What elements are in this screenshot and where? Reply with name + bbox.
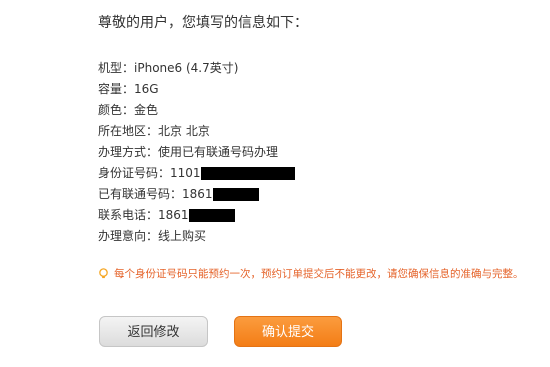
info-value: 1101 <box>170 166 201 180</box>
page-heading: 尊敬的用户，您填写的信息如下： <box>98 15 308 31</box>
order-confirmation-page: 尊敬的用户，您填写的信息如下： 机型 iPhone6 (4.7英寸) 容量 16… <box>0 0 550 367</box>
info-value: 使用已有联通号码办理 <box>158 145 279 159</box>
info-row-model: 机型 iPhone6 (4.7英寸) <box>98 58 295 79</box>
redaction-bar <box>188 209 235 222</box>
info-row-contact-phone: 联系电话 1861 <box>98 205 295 226</box>
info-label: 容量 <box>98 79 134 100</box>
redaction-bar <box>212 188 259 201</box>
info-label: 办理方式 <box>98 142 158 163</box>
info-label: 办理意向 <box>98 226 158 247</box>
info-value: 金色 <box>134 103 159 117</box>
notice-text: 每个身份证号码只能预约一次，预约订单提交后不能更改，请您确保信息的准确与完整。 <box>114 268 524 280</box>
info-label: 联系电话 <box>98 205 158 226</box>
info-list: 机型 iPhone6 (4.7英寸) 容量 16G 颜色 金色 所在地区 北京 … <box>98 58 295 247</box>
info-label: 机型 <box>98 58 134 79</box>
info-value: 16G <box>134 82 159 96</box>
info-label: 已有联通号码 <box>98 184 182 205</box>
info-row-id-number: 身份证号码 1101 <box>98 163 295 184</box>
info-value: 1861 <box>158 208 189 222</box>
back-edit-button[interactable]: 返回修改 <box>99 316 208 347</box>
info-label: 颜色 <box>98 100 134 121</box>
info-row-method: 办理方式 使用已有联通号码办理 <box>98 142 295 163</box>
info-value: 线上购买 <box>158 229 207 243</box>
info-value: 北京 北京 <box>158 124 210 138</box>
info-value: 1861 <box>182 187 213 201</box>
info-value: iPhone6 (4.7英寸) <box>134 61 239 75</box>
info-label: 所在地区 <box>98 121 158 142</box>
info-row-color: 颜色 金色 <box>98 100 295 121</box>
info-label: 身份证号码 <box>98 163 170 184</box>
lightbulb-icon <box>99 268 108 279</box>
info-row-region: 所在地区 北京 北京 <box>98 121 295 142</box>
info-row-existing-number: 已有联通号码 1861 <box>98 184 295 205</box>
notice-message: 每个身份证号码只能预约一次，预约订单提交后不能更改，请您确保信息的准确与完整。 <box>98 266 524 281</box>
confirm-submit-button[interactable]: 确认提交 <box>234 316 342 347</box>
redaction-bar <box>200 167 295 180</box>
info-row-capacity: 容量 16G <box>98 79 295 100</box>
info-row-intent: 办理意向 线上购买 <box>98 226 295 247</box>
